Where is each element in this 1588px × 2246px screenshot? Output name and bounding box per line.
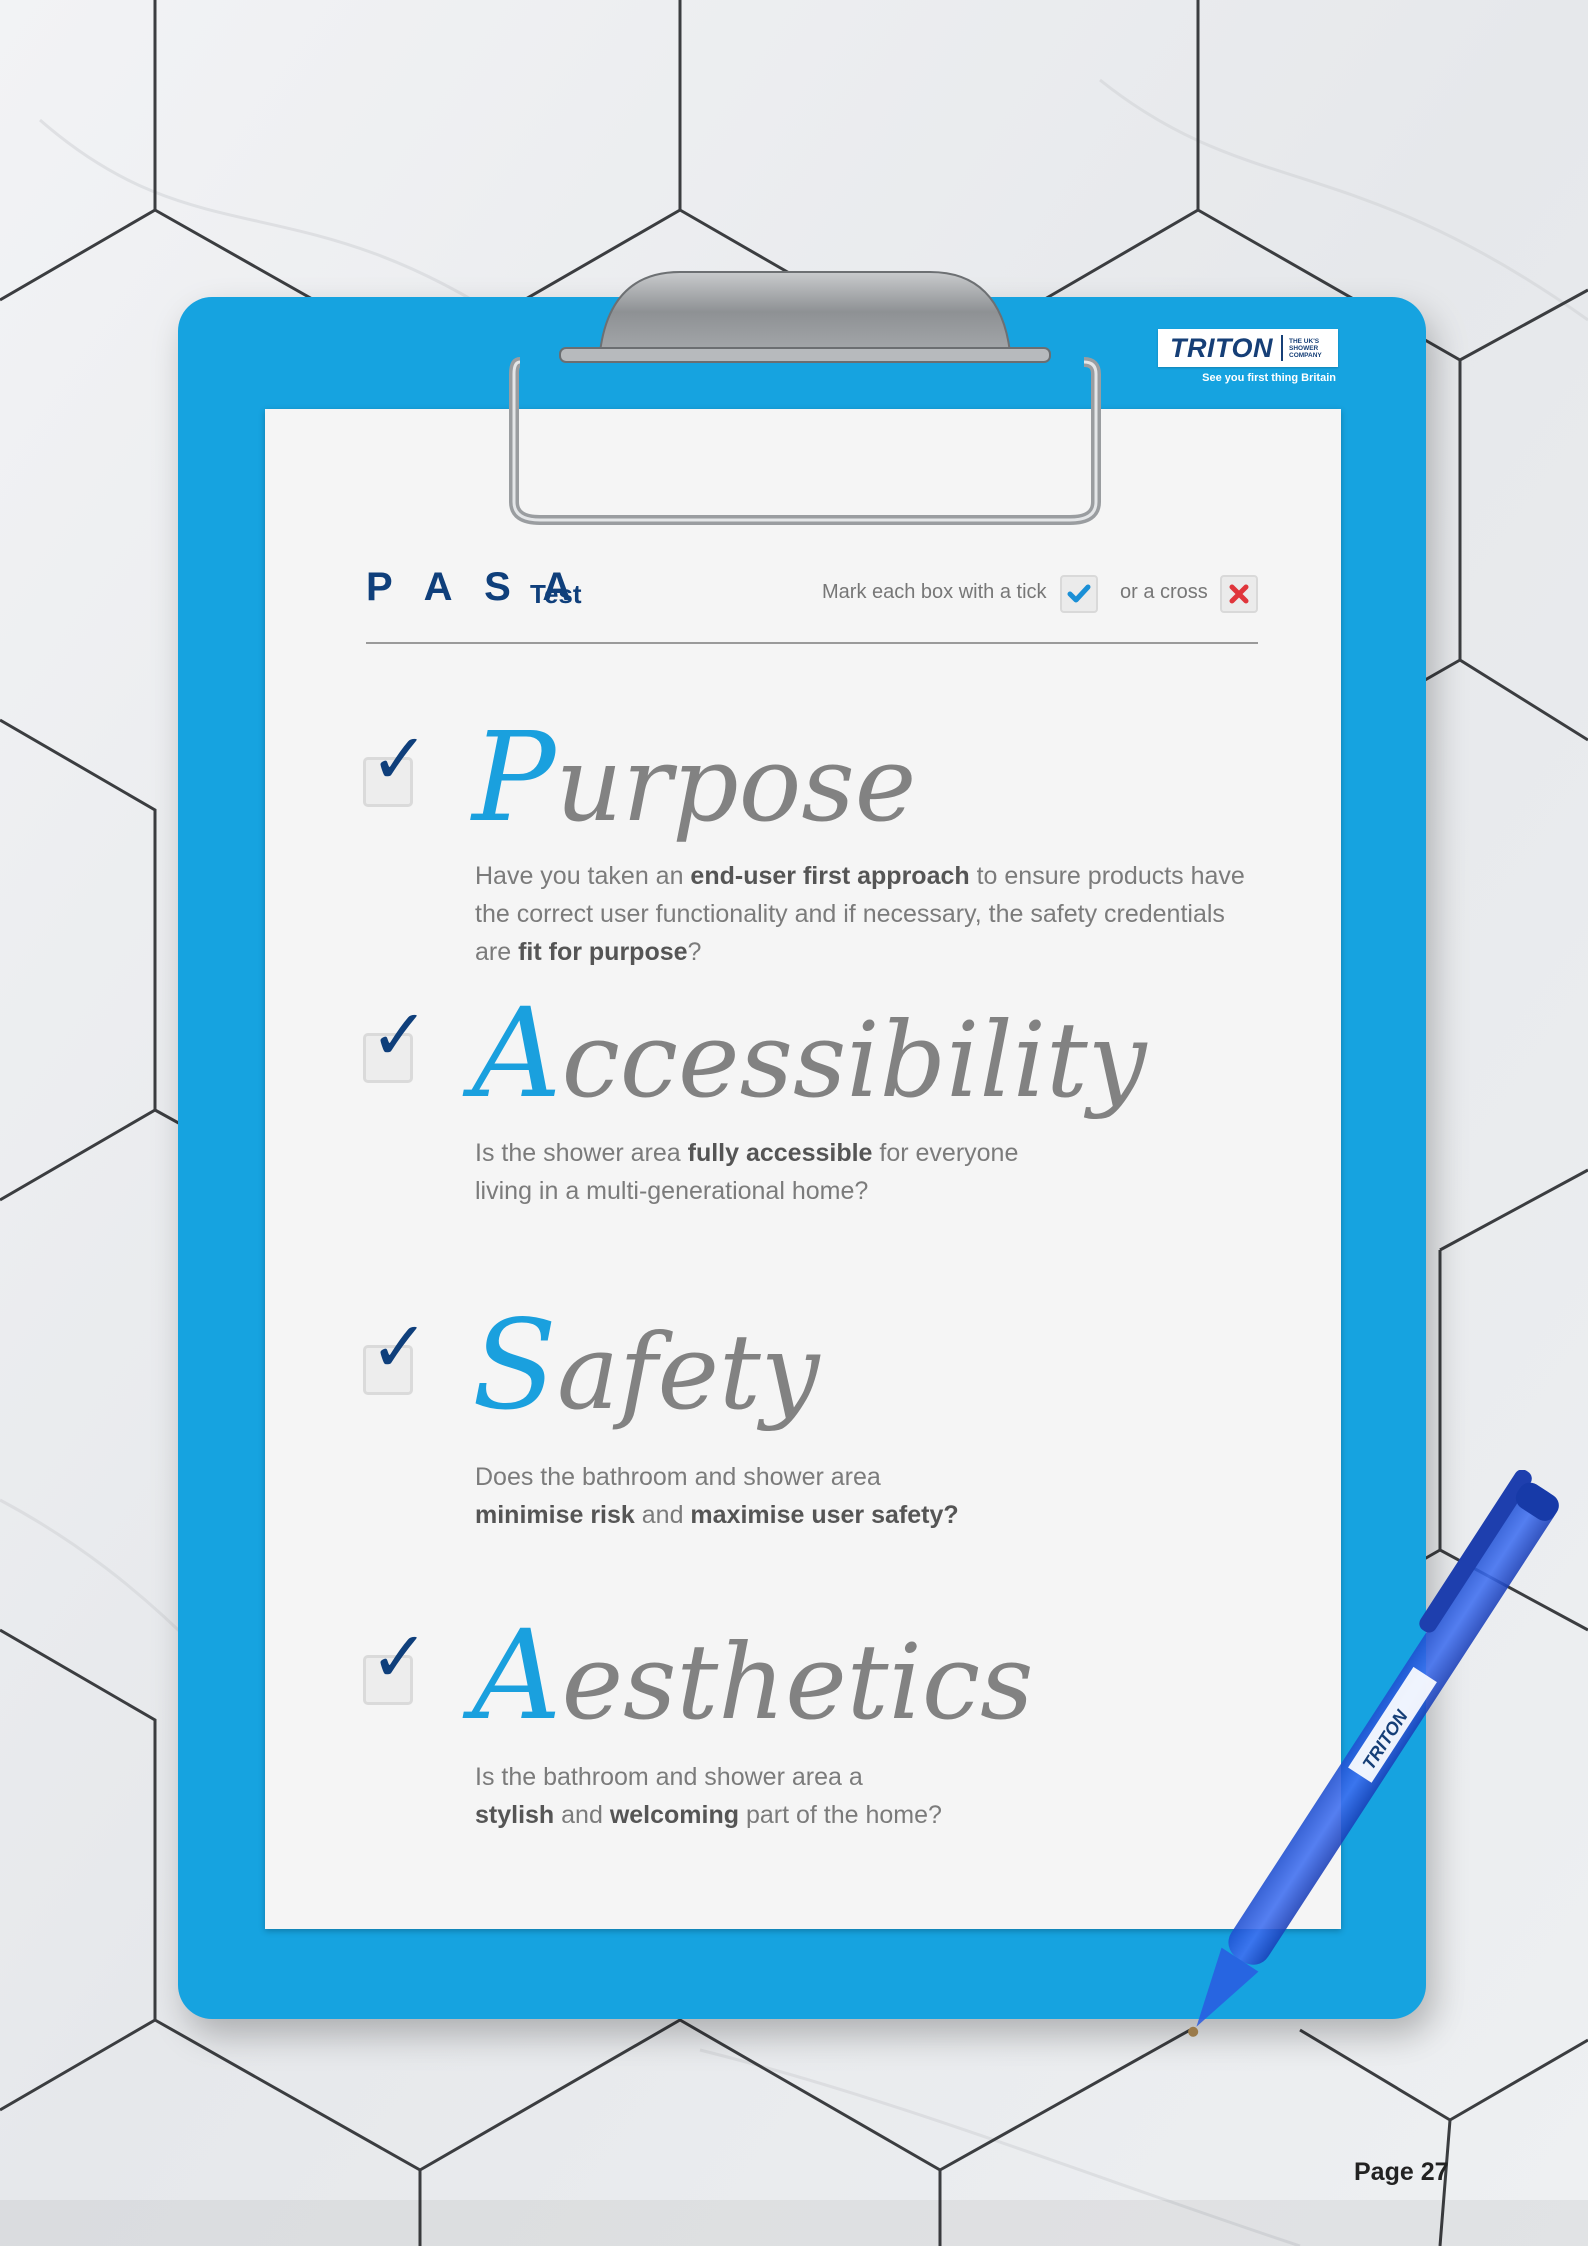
tick-example-box [1060, 575, 1098, 613]
title-initial: P [472, 706, 556, 850]
title-initial: A [472, 982, 562, 1126]
emphasis-text: end-user first approach [690, 862, 970, 890]
tick-mark-icon: ✓ [370, 1616, 429, 1698]
emphasis-text: fit for purpose [518, 938, 688, 966]
cross-icon [1229, 584, 1249, 604]
item-title: Purpose [472, 716, 916, 840]
title-rest: ccessibility [561, 999, 1147, 1121]
page-number: Page 27 [1354, 2158, 1449, 2186]
description-text: ? [687, 938, 702, 966]
description-text: and [634, 1501, 691, 1529]
emphasis-text: maximise user safety? [690, 1501, 959, 1529]
emphasis-text: welcoming [609, 1801, 739, 1829]
logo-tagline-line: THE UK'S [1289, 337, 1320, 345]
description-text: Does the bathroom and shower area [475, 1463, 881, 1491]
emphasis-text: minimise risk [475, 1501, 635, 1529]
tick-mark-icon: ✓ [370, 718, 429, 800]
title-initial: A [472, 1604, 562, 1748]
description-text: Is the bathroom and shower area a [475, 1763, 863, 1791]
title-rest: afety [556, 1311, 820, 1433]
logo-tagline-line: SHOWER [1289, 344, 1319, 352]
logo-slogan: See you first thing Britain [1202, 372, 1336, 384]
checkmark-icon [1067, 584, 1091, 603]
triton-pen: TRITON [1188, 1470, 1559, 2037]
cross-example-box [1220, 575, 1258, 613]
instruction-text: Mark each box with a tick [822, 581, 1047, 603]
item-description: Is the bathroom and shower area a stylis… [475, 1758, 945, 1834]
logo-wordmark: TRITON [1170, 332, 1273, 363]
logo-divider [1281, 335, 1283, 361]
header-divider [366, 642, 1258, 644]
emphasis-text: stylish [475, 1801, 555, 1829]
title-rest: esthetics [561, 1621, 1034, 1743]
item-description: Does the bathroom and shower area minimi… [475, 1458, 975, 1534]
tick-mark-icon: ✓ [370, 994, 429, 1076]
tick-mark-icon: ✓ [370, 1306, 429, 1388]
item-title: Aesthetics [472, 1614, 1033, 1738]
item-description: Is the shower area fully accessible for … [475, 1134, 1035, 1210]
description-text: Is the shower area [475, 1139, 688, 1167]
or-cross-text: or a cross [1120, 581, 1208, 603]
description-text: and [554, 1801, 610, 1829]
triton-logo: TRITON THE UK'S SHOWER COMPANY [1158, 329, 1338, 367]
page-title-suffix: Test [530, 579, 582, 609]
title-rest: urpose [555, 723, 917, 845]
logo-tagline: THE UK'S SHOWER COMPANY [1289, 338, 1322, 359]
pasa-header: P A S A Test Mark each box with a tick o… [366, 565, 1258, 645]
item-description: Have you taken an end-user first approac… [475, 857, 1265, 971]
description-text: Have you taken an [475, 862, 691, 890]
logo-tagline-line: COMPANY [1289, 351, 1322, 359]
item-title: Accessibility [472, 992, 1147, 1116]
description-text: part of the home? [739, 1801, 942, 1829]
item-title: Safety [472, 1304, 820, 1428]
emphasis-text: fully accessible [687, 1139, 873, 1167]
title-initial: S [472, 1294, 557, 1438]
clipboard-clip [509, 271, 1101, 525]
